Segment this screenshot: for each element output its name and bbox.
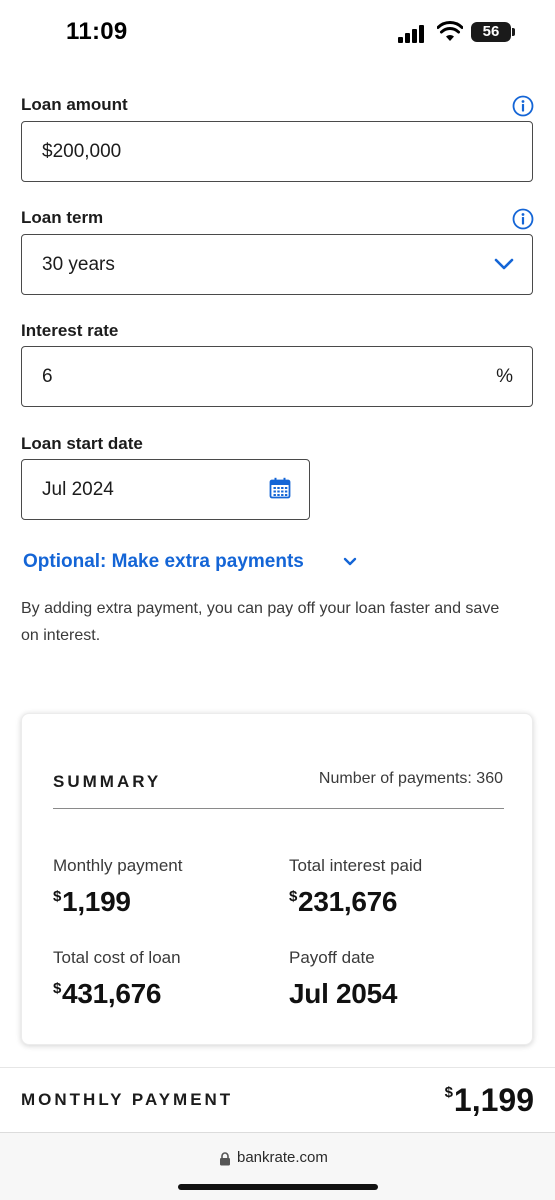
loan-amount-input[interactable]: $200,000 [21,121,533,182]
status-time: 11:09 [66,18,128,45]
status-bar: 11:09 56 [0,0,555,70]
currency-symbol: $ [289,888,298,905]
interest-rate-value: 6 [42,366,53,387]
currency-symbol: $ [444,1084,453,1101]
loan-term-select[interactable]: 30 years [21,234,533,295]
cellular-signal-icon [398,25,426,43]
currency-symbol: $ [53,888,62,905]
battery-icon: 56 [471,22,515,42]
monthly-payment-value: $1,199 [53,886,131,918]
loan-term-label: Loan term [21,208,104,227]
monthly-payment-amount: 1,199 [62,886,131,917]
browser-url-bar[interactable]: bankrate.com [0,1133,555,1200]
extra-payments-toggle[interactable]: Optional: Make extra payments [23,551,304,573]
start-date-value: Jul 2024 [42,479,114,500]
wifi-icon [437,21,463,41]
extra-payments-description: By adding extra payment, you can pay off… [21,600,500,644]
interest-rate-label: Interest rate [21,321,119,340]
loan-amount-value: $200,000 [42,141,122,162]
chevron-down-icon[interactable] [343,557,357,567]
summary-title: SUMMARY [53,772,162,791]
summary-divider [53,808,504,809]
loan-term-value: 30 years [42,254,115,275]
percent-suffix: % [496,366,513,387]
home-indicator[interactable] [178,1184,378,1190]
lock-icon [220,1152,230,1166]
loan-amount-label: Loan amount [21,95,128,114]
start-date-input[interactable]: Jul 2024 [21,459,310,520]
interest-rate-input[interactable]: 6 % [21,346,533,407]
loan-term-info-icon[interactable] [512,208,534,230]
payments-count: Number of payments: 360 [318,770,503,787]
currency-symbol: $ [53,980,62,997]
start-date-label: Loan start date [21,434,143,453]
footer-amount: 1,199 [453,1082,534,1118]
footer-value: $1,199 [445,1082,534,1119]
chevron-down-icon [494,258,514,270]
total-cost-label: Total cost of loan [53,948,181,967]
total-interest-label: Total interest paid [289,856,423,875]
payoff-date-label: Payoff date [289,948,375,967]
total-interest-amount: 231,676 [298,886,398,917]
total-cost-value: $431,676 [53,978,161,1010]
footer-label: MONTHLY PAYMENT [21,1090,234,1109]
loan-amount-info-icon[interactable] [512,95,534,117]
summary-card: SUMMARY Number of payments: 360 Monthly … [21,713,533,1045]
calendar-icon[interactable] [269,477,291,499]
total-interest-value: $231,676 [289,886,397,918]
url-text[interactable]: bankrate.com [237,1149,328,1166]
payoff-date-value: Jul 2054 [289,978,398,1009]
monthly-payment-footer: MONTHLY PAYMENT $1,199 [0,1067,555,1133]
monthly-payment-label: Monthly payment [53,856,183,875]
total-cost-amount: 431,676 [62,978,162,1009]
